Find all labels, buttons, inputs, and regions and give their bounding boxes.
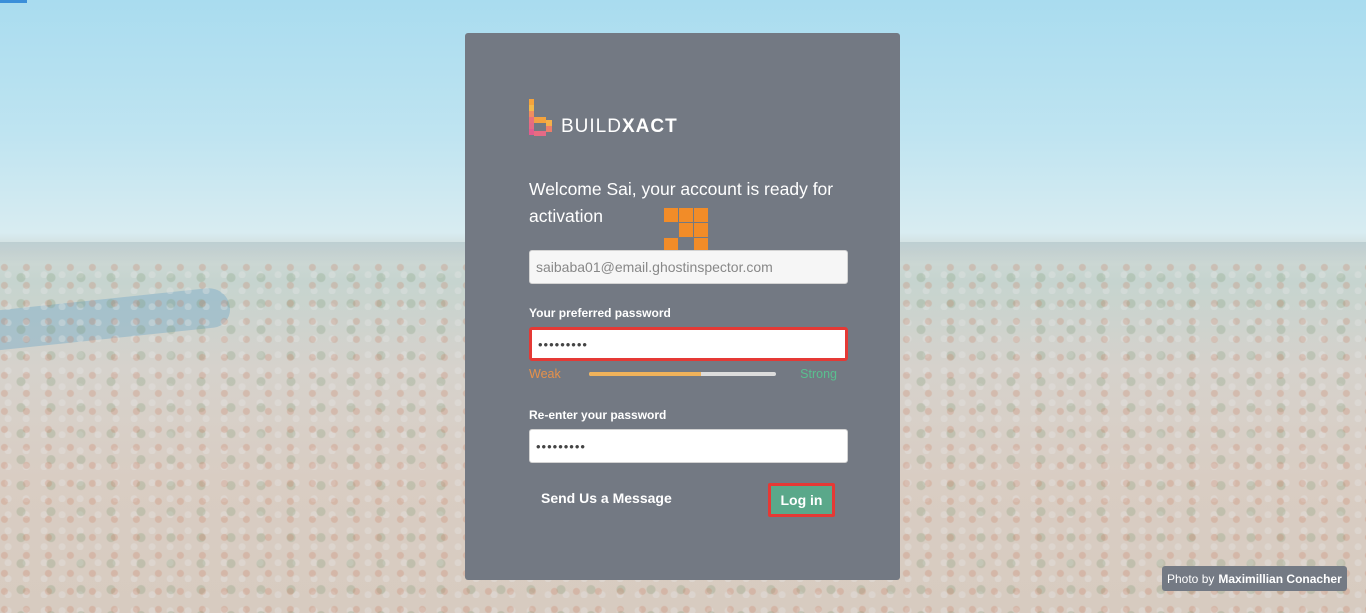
password-input[interactable]: ••••••••• <box>529 327 848 361</box>
photo-credit[interactable]: Photo by Maximillian Conacher <box>1162 566 1347 591</box>
top-accent-bar <box>0 0 27 3</box>
email-value: saibaba01@email.ghostinspector.com <box>536 259 773 275</box>
confirm-password-masked-value: ••••••••• <box>536 438 586 454</box>
strength-fill <box>589 372 702 376</box>
photo-credit-prefix: Photo by <box>1167 571 1215 586</box>
login-button[interactable]: Log in <box>768 483 835 517</box>
password-strength-meter: Weak Strong <box>529 366 837 382</box>
confirm-password-label: Re-enter your password <box>529 408 667 422</box>
logo-wordmark: BUILDXACT <box>561 117 678 137</box>
password-label: Your preferred password <box>529 306 671 320</box>
strength-strong-label: Strong <box>800 367 837 381</box>
activation-card: BUILDXACT Welcome Sai, your account is r… <box>465 33 900 580</box>
login-page: BUILDXACT Welcome Sai, your account is r… <box>0 0 1366 613</box>
send-message-link[interactable]: Send Us a Message <box>541 490 672 506</box>
logo-wordmark-bold: XACT <box>621 116 678 137</box>
photo-credit-author[interactable]: Maximillian Conacher <box>1218 572 1341 586</box>
logo-wordmark-light: BUILD <box>561 116 622 137</box>
loading-blocks-icon <box>664 208 708 252</box>
strength-track <box>589 372 776 376</box>
password-masked-value: ••••••••• <box>538 336 588 352</box>
strength-weak-label: Weak <box>529 367 561 381</box>
logo-b-icon <box>529 99 555 139</box>
email-field[interactable]: saibaba01@email.ghostinspector.com <box>529 250 848 284</box>
buildxact-logo: BUILDXACT <box>529 97 678 139</box>
confirm-password-input[interactable]: ••••••••• <box>529 429 848 463</box>
